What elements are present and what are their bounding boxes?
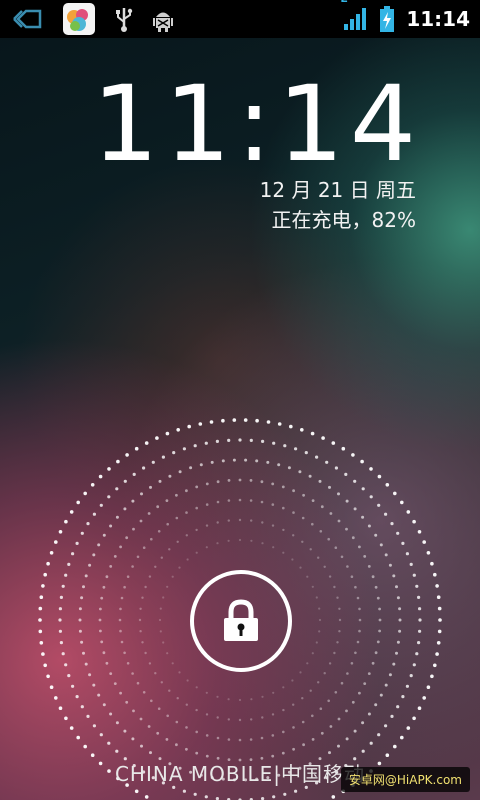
watermark: 安卓网@HiAPK.com: [340, 767, 470, 792]
status-bar-time: 11:14: [406, 7, 470, 31]
usb-icon: [114, 6, 134, 32]
unlock-ring-area[interactable]: [0, 400, 480, 800]
battery-charging-icon: [378, 5, 396, 33]
charging-status: 正在充电，82%: [271, 208, 416, 232]
unlock-handle[interactable]: [190, 570, 292, 672]
lock-icon: [221, 599, 261, 643]
network-type-label: E: [340, 0, 348, 5]
status-bar: E 11:14: [0, 0, 480, 38]
back-arrow-icon[interactable]: [12, 8, 44, 30]
lockscreen-clock: 11:14: [92, 63, 422, 185]
android-debug-icon: [152, 6, 174, 32]
lockscreen-date: 12 月 21 日 周五: [259, 178, 416, 202]
signal-icon: E: [340, 0, 368, 32]
app-store-icon[interactable]: [62, 2, 96, 36]
